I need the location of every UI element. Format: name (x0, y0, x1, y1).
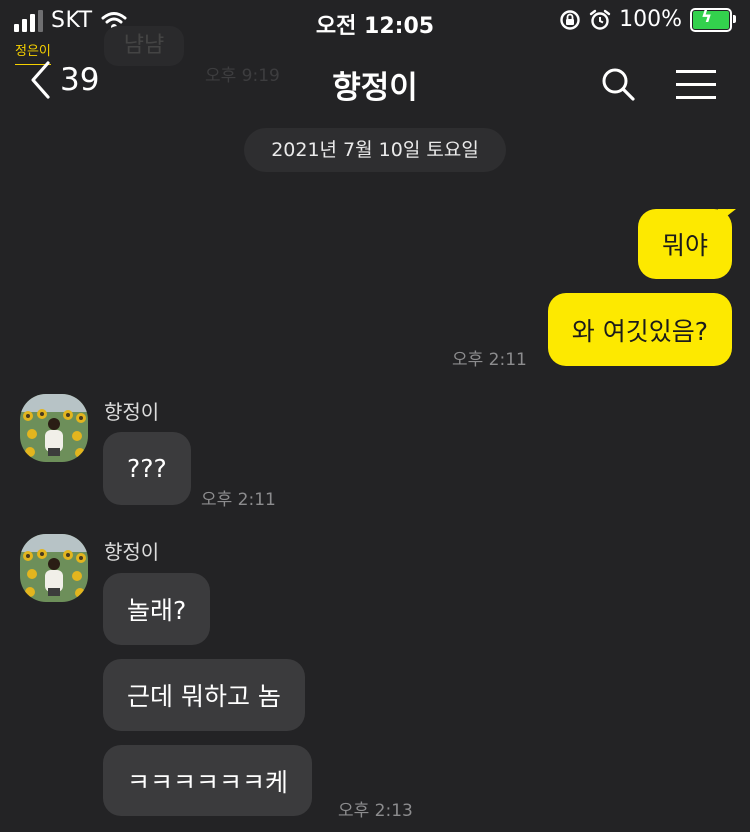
battery-icon: ϟ (690, 7, 736, 32)
search-icon[interactable] (600, 66, 636, 102)
avatar[interactable] (20, 394, 88, 462)
sent-message-bubble[interactable]: 와 여깃있음? (547, 293, 732, 366)
message-time: 오후 2:11 (201, 490, 276, 510)
received-message-bubble[interactable]: ㅋㅋㅋㅋㅋㅋ케 (103, 745, 313, 816)
bubble-tail (718, 209, 736, 223)
profile-photo (20, 394, 88, 462)
received-message-bubble[interactable]: 놀래? (103, 573, 211, 645)
message-time: 오후 2:13 (338, 801, 413, 821)
rotation-lock-icon (560, 9, 580, 30)
date-divider: 2021년 7월 10일 토요일 (244, 128, 506, 172)
alarm-icon (589, 9, 611, 30)
previous-message-bubble: 냠냠 (104, 26, 184, 66)
message-time: 오후 2:11 (452, 350, 527, 370)
battery-percent: 100% (619, 7, 682, 32)
nav-actions (600, 66, 716, 102)
received-message-bubble[interactable]: 근데 뭐하고 놈 (103, 659, 305, 731)
sender-name: 향정이 (104, 400, 160, 424)
menu-icon[interactable] (676, 69, 716, 99)
received-message-bubble[interactable]: ??? (103, 432, 191, 505)
avatar[interactable] (20, 534, 88, 602)
sender-name: 향정이 (104, 540, 160, 564)
profile-photo (20, 534, 88, 602)
status-bar-right: 100% ϟ (559, 7, 736, 32)
